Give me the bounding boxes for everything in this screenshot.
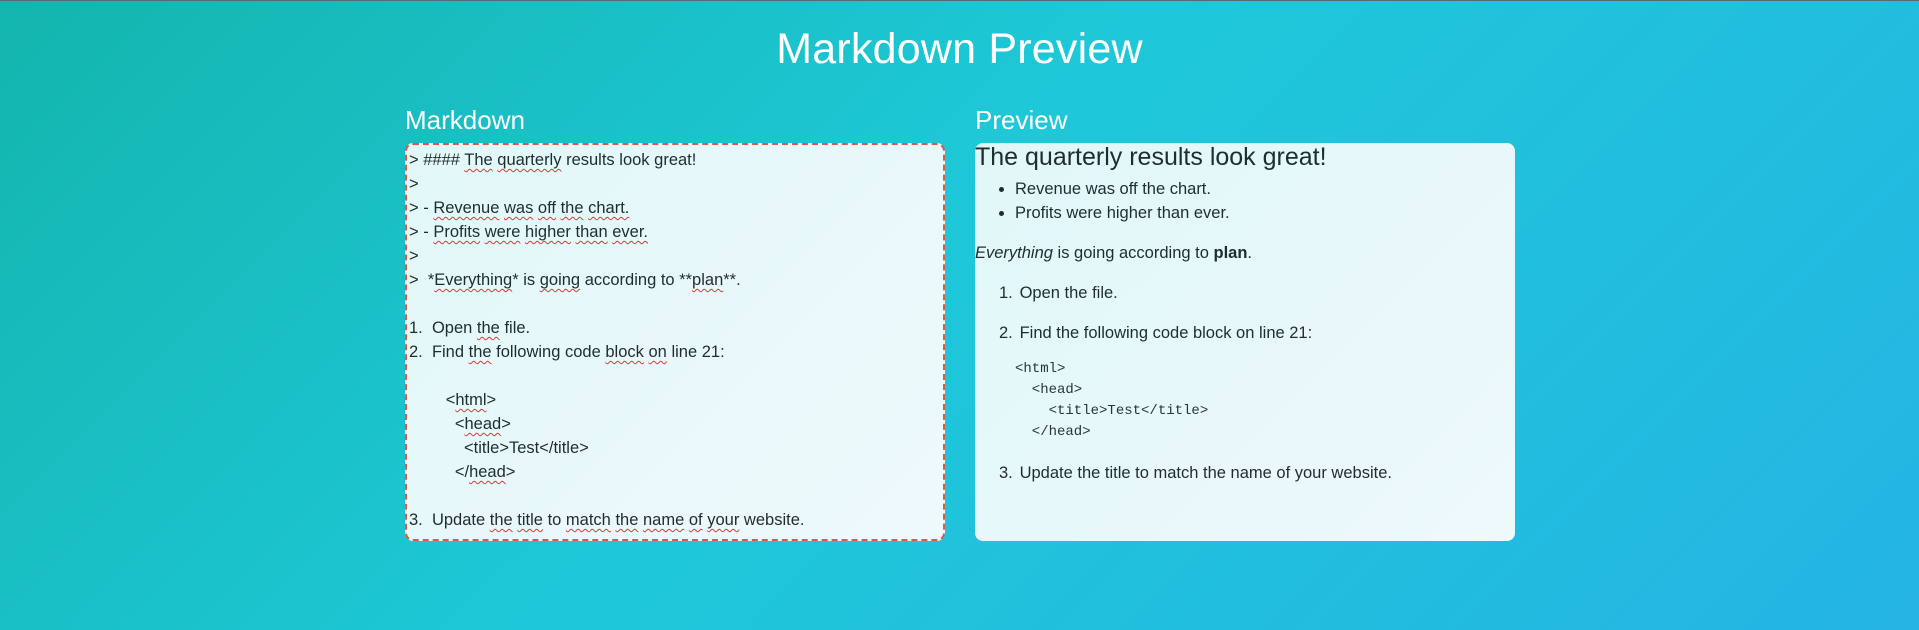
editor-line: </head> xyxy=(454,463,516,481)
editor-line: 3. Update the title to match the name of… xyxy=(409,511,805,529)
editor-line: > xyxy=(409,247,419,265)
editor-line: > *Everything* is going according to **p… xyxy=(409,271,741,289)
preview-paragraph: Everything is going according to plan. xyxy=(975,241,1252,265)
step-number: 3. xyxy=(999,464,1013,482)
editor-line: > #### The quarterly results look great! xyxy=(409,151,697,169)
step-text: Find the following code block on line 21… xyxy=(1019,324,1313,342)
markdown-editor[interactable]: > #### The quarterly results look great!… xyxy=(405,143,945,541)
paragraph-text: is going according to xyxy=(1052,244,1214,262)
preview-pane-label: Preview xyxy=(975,105,1068,135)
editor-line: <title>Test</title> xyxy=(464,439,589,457)
step-text: Open the file. xyxy=(1019,284,1118,302)
step-number: 1. xyxy=(999,284,1013,302)
editor-line: <head> xyxy=(454,415,511,433)
editor-line: > - Profits were higher than ever. xyxy=(409,223,649,241)
editor-line: > - Revenue was off the chart. xyxy=(409,199,630,217)
ordered-list-item: 2. Find the following code block on line… xyxy=(999,321,1312,345)
list-item: Profits were higher than ever. xyxy=(1015,201,1230,225)
emphasis-text: Everything xyxy=(975,244,1053,262)
preview-bullet-list: Revenue was off the chart. Profits were … xyxy=(997,177,1230,225)
paragraph-end: . xyxy=(1247,244,1252,262)
step-number: 2. xyxy=(999,324,1013,342)
code-block: <html> <head> <title>Test</title> </head… xyxy=(1015,361,1209,440)
preview-panel: The quarterly results look great! Revenu… xyxy=(975,143,1515,541)
markdown-pane-label: Markdown xyxy=(405,105,525,135)
ordered-list-item: 3. Update the title to match the name of… xyxy=(999,461,1392,485)
ordered-list-item: 1. Open the file. xyxy=(999,281,1118,305)
step-text: Update the title to match the name of yo… xyxy=(1019,464,1392,482)
editor-line: <html> xyxy=(445,391,497,409)
strong-text: plan xyxy=(1213,244,1248,262)
preview-heading: The quarterly results look great! xyxy=(975,143,1327,171)
editor-line: > xyxy=(409,175,419,193)
editor-line: 2. Find the following code block on line… xyxy=(409,343,725,361)
editor-line: 1. Open the file. xyxy=(409,319,531,337)
list-item: Revenue was off the chart. xyxy=(1015,177,1230,201)
page-title: Markdown Preview xyxy=(776,25,1143,73)
